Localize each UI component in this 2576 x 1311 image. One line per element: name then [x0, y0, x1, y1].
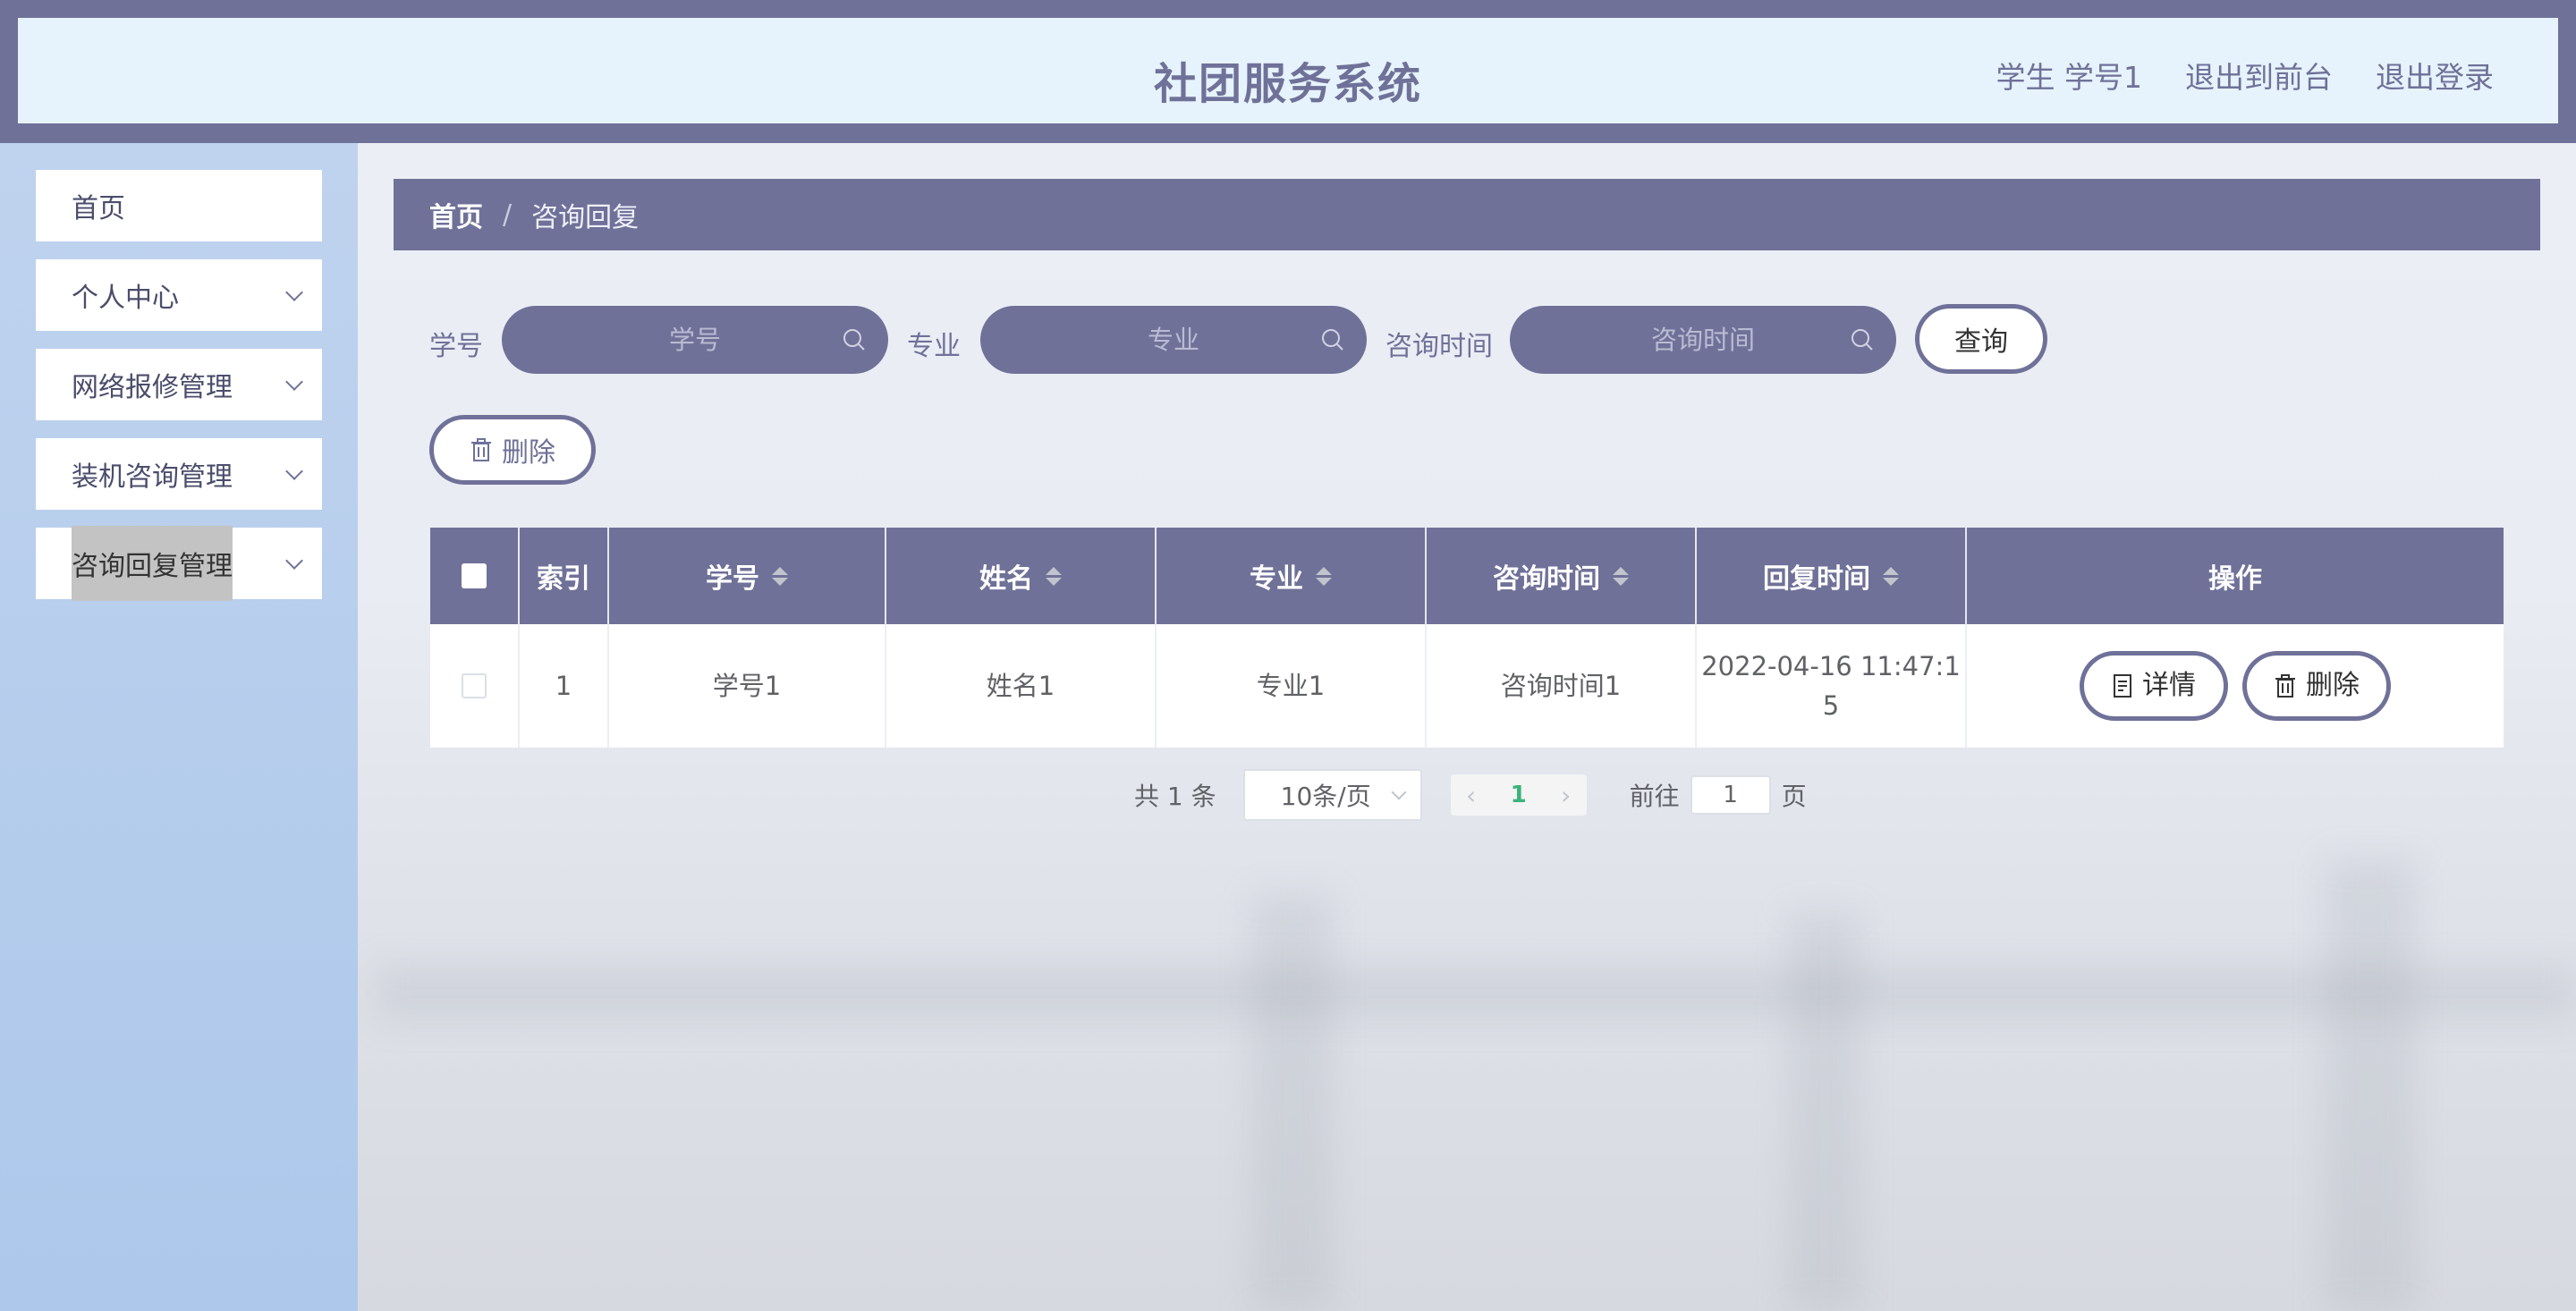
sidebar-item-label: 首页	[72, 193, 125, 224]
search-icon	[1322, 329, 1343, 351]
goto-suffix: 页	[1781, 782, 1807, 811]
chevron-down-icon	[285, 283, 303, 301]
breadcrumb-current: 咨询回复	[531, 202, 640, 233]
table-row: 1 学号1 姓名1 专业1 咨询时间1 2022-04-16 11:47:1 5…	[430, 624, 2504, 748]
sidebar-item-home[interactable]: 首页	[36, 170, 322, 241]
detail-button-label: 详情	[2142, 670, 2196, 701]
header-panel: 社团服务系统 学生 学号1 退出到前台 退出登录	[18, 18, 2558, 123]
student-id-label: 学号	[429, 331, 483, 362]
pagination-total: 共 1 条	[1134, 782, 1216, 811]
cell-reply-time: 2022-04-16 11:47:1 5	[1697, 624, 1967, 748]
row-delete-button-label: 删除	[2306, 670, 2360, 701]
sort-icon[interactable]	[1613, 566, 1629, 586]
row-select-cell	[430, 624, 520, 748]
sort-icon[interactable]	[1316, 566, 1332, 586]
row-delete-button[interactable]: 删除	[2242, 651, 2391, 721]
student-id-input[interactable]	[550, 325, 840, 355]
cell-actions: 详情 删除	[1967, 624, 2504, 748]
table-body: 1 学号1 姓名1 专业1 咨询时间1 2022-04-16 11:47:1 5…	[430, 624, 2504, 748]
column-header-label: 学号	[706, 563, 759, 595]
chevron-down-icon	[285, 552, 303, 570]
column-header-label: 索引	[537, 563, 590, 595]
page-size-value: 10条/页	[1280, 782, 1371, 811]
detail-button[interactable]: 详情	[2080, 651, 2228, 721]
sidebar-item-install-consult-management[interactable]: 装机咨询管理	[36, 438, 322, 510]
chevron-down-icon	[285, 373, 303, 391]
column-header-name[interactable]: 姓名	[886, 528, 1157, 624]
search-icon	[843, 329, 865, 351]
cell-major: 专业1	[1157, 624, 1427, 748]
consult-time-input[interactable]	[1558, 325, 1848, 355]
sort-icon[interactable]	[1883, 566, 1899, 586]
header-links: 学生 学号1 退出到前台 退出登录	[1996, 54, 2495, 97]
batch-delete-label: 删除	[502, 437, 555, 469]
goto-page: 前往 页	[1630, 775, 1807, 815]
next-page-icon[interactable]: ›	[1546, 781, 1587, 810]
sidebar-item-consult-reply-management[interactable]: 咨询回复管理	[36, 526, 322, 601]
column-header-label: 专业	[1250, 563, 1303, 595]
major-label: 专业	[907, 331, 961, 362]
sidebar: 首页 个人中心 网络报修管理 装机咨询管理 咨询回复管理	[0, 143, 358, 1311]
major-input[interactable]	[1029, 325, 1318, 355]
sidebar-item-repair-management[interactable]: 网络报修管理	[36, 349, 322, 420]
sidebar-item-label: 网络报修管理	[72, 372, 233, 403]
column-header-actions: 操作	[1967, 528, 2504, 624]
search-icon	[1852, 329, 1873, 351]
major-search[interactable]	[980, 306, 1367, 374]
sidebar-item-label: 咨询回复管理	[72, 526, 233, 601]
column-header-label: 操作	[2208, 563, 2262, 595]
sidebar-item-label: 装机咨询管理	[72, 461, 233, 493]
chevron-down-icon	[1391, 784, 1407, 800]
column-header-label: 姓名	[979, 563, 1033, 595]
cell-name: 姓名1	[886, 624, 1157, 748]
column-header-label: 回复时间	[1763, 563, 1870, 595]
sort-icon[interactable]	[1046, 566, 1062, 586]
top-bar: 社团服务系统 学生 学号1 退出到前台 退出登录	[0, 0, 2576, 143]
sort-icon[interactable]	[772, 566, 788, 586]
column-header-student-id[interactable]: 学号	[609, 528, 886, 624]
pagination: 共 1 条 10条/页 ‹ 1 › 前往 页	[1134, 769, 1807, 821]
page-number[interactable]: 1	[1492, 782, 1546, 808]
logout-link[interactable]: 退出登录	[2376, 54, 2494, 97]
cell-index: 1	[520, 624, 609, 748]
prev-page-icon[interactable]: ‹	[1451, 781, 1492, 810]
row-checkbox[interactable]	[462, 673, 487, 698]
document-icon	[2114, 674, 2131, 698]
trash-icon	[2275, 674, 2295, 698]
consult-time-label: 咨询时间	[1385, 331, 1493, 362]
page-size-select[interactable]: 10条/页	[1242, 769, 1422, 821]
select-all-checkbox[interactable]	[462, 563, 487, 588]
student-id-search[interactable]	[502, 306, 888, 374]
sidebar-item-personal-center[interactable]: 个人中心	[36, 259, 322, 331]
breadcrumb-home[interactable]: 首页	[429, 195, 483, 234]
background-decoration	[1789, 912, 1860, 1311]
goto-page-input[interactable]	[1690, 775, 1771, 815]
table-header: 索引 学号 姓名 专业 咨询时间 回复时间 操作	[430, 528, 2504, 624]
chevron-down-icon	[285, 462, 303, 480]
cell-consult-time: 咨询时间1	[1427, 624, 1697, 748]
query-button-label: 查询	[1954, 326, 2008, 358]
background-decoration	[376, 966, 2576, 1019]
column-header-major[interactable]: 专业	[1157, 528, 1427, 624]
column-header-index: 索引	[520, 528, 609, 624]
column-header-label: 咨询时间	[1493, 563, 1600, 595]
breadcrumb-separator: /	[503, 199, 513, 231]
trash-icon	[471, 438, 491, 461]
column-header-consult-time[interactable]: 咨询时间	[1427, 528, 1697, 624]
cell-student-id: 学号1	[609, 624, 886, 748]
consult-time-search[interactable]	[1510, 306, 1896, 374]
column-header-reply-time[interactable]: 回复时间	[1697, 528, 1967, 624]
data-table: 索引 学号 姓名 专业 咨询时间 回复时间 操作 1 学号1 姓名1 专业1 咨…	[430, 528, 2504, 748]
pager: ‹ 1 ›	[1450, 774, 1587, 816]
select-all-cell	[430, 528, 520, 624]
exit-to-front-link[interactable]: 退出到前台	[2185, 54, 2333, 97]
sidebar-item-label: 个人中心	[72, 283, 179, 314]
breadcrumb: 首页 / 咨询回复	[394, 179, 2540, 250]
batch-delete-button[interactable]: 删除	[429, 415, 596, 485]
background-decoration	[2326, 858, 2415, 1311]
goto-label: 前往	[1629, 782, 1680, 811]
background-decoration	[1252, 894, 1333, 1311]
query-button[interactable]: 查询	[1915, 304, 2047, 374]
user-info-link[interactable]: 学生 学号1	[1996, 54, 2143, 97]
